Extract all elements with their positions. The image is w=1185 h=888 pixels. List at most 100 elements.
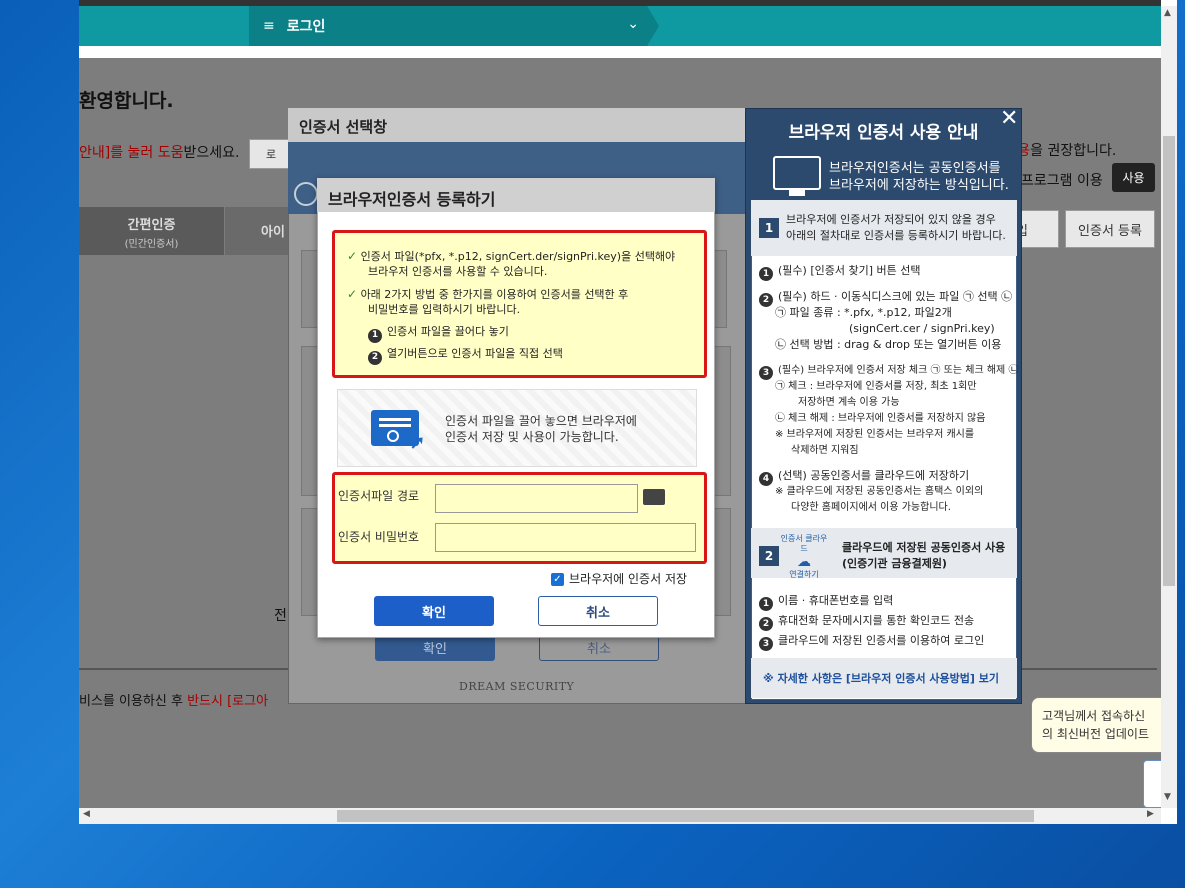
tab-simple-sub: (민간인증서)	[124, 239, 179, 250]
horizontal-scroll-thumb[interactable]	[337, 810, 1034, 822]
cert-window-ok-button[interactable]: 확인	[375, 634, 495, 661]
save-in-browser-label: 브라우저에 인증서 저장	[569, 572, 688, 586]
step2-line-b: (인증기관 금융결제원)	[842, 557, 947, 570]
info-text-2a: 아래 2가지 방법 중 한가지를 이용하여 인증서를 선택한 후	[360, 288, 629, 301]
cert-path-input[interactable]	[435, 484, 638, 513]
cloud-glyph-icon: ☁	[797, 554, 811, 570]
circle-2-icon: 2	[759, 293, 773, 307]
tooltip-line-1: 고객님께서 접속하신	[1042, 709, 1146, 723]
cloud-line-2: 연결하기	[789, 570, 819, 579]
partial-text: 전	[274, 608, 287, 624]
drop-zone-text: 인증서 파일을 끌어 놓으면 브라우저에 인증서 저장 및 사용이 가능합니다.	[445, 413, 637, 445]
guide-c2: 2 휴대전화 문자메시지를 통한 확인코드 전송	[759, 613, 974, 631]
folder-icon[interactable]	[643, 489, 665, 505]
vertical-scroll-thumb[interactable]	[1163, 136, 1175, 586]
scroll-right-icon[interactable]: ▶	[1147, 809, 1154, 819]
cert-window-title: 인증서 선택창	[288, 108, 746, 142]
guide-s4b: 다양한 홈페이지에서 이용 가능합니다.	[791, 502, 951, 513]
guide-s1-text: (필수) [인증서 찾기] 버튼 선택	[778, 264, 921, 277]
guide-detail-link[interactable]: ※ 자세한 사항은 [브라우저 인증서 사용방법] 보기	[751, 658, 1017, 698]
guide-s4a: ※ 클라우드에 저장된 공동인증서는 홈택스 이외의	[775, 486, 984, 497]
cert-password-label: 인증서 비밀번호	[338, 530, 420, 544]
check-icon: ✓	[347, 249, 358, 263]
circle-1-icon: 1	[368, 328, 382, 343]
circle-2-icon: 2	[368, 350, 382, 365]
step2-text: 클라우드에 저장된 공동인증서 사용 (인증기관 금융결제원)	[842, 540, 1005, 572]
save-in-browser-checkbox[interactable]: ✓	[551, 573, 564, 586]
program-text: 프로그램 이용	[1021, 173, 1103, 189]
vendor-logo: DREAM SECURITY	[459, 680, 575, 693]
circle-3-icon: 3	[759, 366, 773, 380]
method-2: 2 열기버튼으로 인증서 파일을 직접 선택	[368, 346, 563, 365]
circle-2-icon: 2	[759, 617, 773, 631]
info-line-2b: 비밀번호를 입력하시기 바랍니다.	[368, 303, 521, 316]
cloud-connect-icon[interactable]: 인증서 클라우드 ☁ 연결하기	[780, 534, 828, 579]
guide-s2a: ㉠ 파일 종류 : *.pfx, *.p12, 파일2개	[775, 306, 952, 319]
cert-password-input[interactable]	[435, 523, 696, 552]
guide-intro-2: 브라우저에 저장하는 방식입니다.	[829, 178, 1009, 193]
drop-line-1: 인증서 파일을 끌어 놓으면 브라우저에	[445, 414, 637, 428]
confirm-button[interactable]: 확인	[374, 596, 494, 626]
step1-number: 1	[759, 218, 779, 238]
guide-s2-text: (필수) 하드 · 이동식디스크에 있는 파일 ㉠ 선택 ㉡	[778, 290, 1013, 303]
step1-line-b: 아래의 절차대로 인증서를 등록하시기 바랍니다.	[786, 229, 1006, 242]
recommend-post: 을 권장합니다.	[1030, 143, 1117, 159]
guide-c2-text: 휴대전화 문자메시지를 통한 확인코드 전송	[778, 614, 975, 627]
guide-c1: 1 이름 · 휴대폰번호를 입력	[759, 593, 893, 611]
tab-simple-auth[interactable]: 간편인증 (민간인증서)	[79, 207, 224, 255]
chevron-down-icon: ⌄	[627, 16, 639, 32]
service-notice: 비스를 이용하신 후 반드시 [로그아	[79, 690, 268, 709]
guide-post: 받으세요.	[183, 145, 240, 161]
guide-pre: 안내]를 눌러	[79, 145, 158, 161]
info-line-2a: ✓ 아래 2가지 방법 중 한가지를 이용하여 인증서를 선택한 후	[347, 287, 628, 302]
monitor-stand	[789, 190, 805, 196]
guide-s3d: ※ 브라우저에 저장된 인증서는 브라우저 캐시를	[775, 429, 975, 440]
tab-id-login[interactable]: 아이	[225, 207, 289, 255]
monitor-icon	[773, 156, 821, 196]
lock-icon	[294, 182, 318, 206]
guide-c3: 3 클라우드에 저장된 인증서를 이용하여 로그인	[759, 633, 984, 651]
cloud-line-1: 인증서 클라우드	[780, 534, 828, 553]
circle-1-icon: 1	[759, 267, 773, 281]
guide-s3e: 삭제하면 지워짐	[791, 445, 859, 456]
floating-widget[interactable]	[1143, 760, 1163, 808]
circle-4-icon: 4	[759, 472, 773, 486]
login-small-button[interactable]: 로	[249, 139, 293, 169]
step1-line-a: 브라우저에 인증서가 저장되어 있지 않을 경우	[786, 213, 996, 226]
guide-s3-text: (필수) 브라우저에 인증서 저장 체크 ㉠ 또는 체크 해제 ㉡	[778, 365, 1019, 376]
step2-line-a: 클라우드에 저장된 공동인증서 사용	[842, 541, 1006, 554]
menu-icon: ≡	[263, 18, 275, 34]
tab-simple-label: 간편인증	[127, 218, 176, 233]
nav-login-menu[interactable]: ≡ 로그인 ⌄	[249, 6, 647, 46]
cancel-button[interactable]: 취소	[538, 596, 658, 626]
nav-login-label: 로그인	[286, 19, 326, 35]
scroll-down-icon[interactable]: ▼	[1164, 792, 1171, 802]
use-button[interactable]: 사용	[1112, 163, 1155, 192]
guide-c3-text: 클라우드에 저장된 인증서를 이용하여 로그인	[778, 634, 985, 647]
circle-3-icon: 3	[759, 637, 773, 651]
scroll-up-icon[interactable]: ▲	[1164, 8, 1171, 18]
drop-line-2: 인증서 저장 및 사용이 가능합니다.	[445, 430, 619, 444]
tab-cert-register[interactable]: 인증서 등록	[1065, 210, 1155, 248]
guide-intro-1: 브라우저인증서는 공동인증서를	[829, 161, 1001, 176]
info-line-1a: ✓ 인증서 파일(*pfx, *.p12, signCert.der/signP…	[347, 249, 675, 264]
guide-s2b: (signCert.cer / signPri.key)	[849, 322, 995, 335]
step2-number: 2	[759, 546, 779, 566]
guide-s3: 3 (필수) 브라우저에 인증서 저장 체크 ㉠ 또는 체크 해제 ㉡	[759, 363, 1018, 380]
service-pre: 비스를 이용하신 후	[79, 694, 188, 709]
cert-window-cancel-button[interactable]: 취소	[539, 634, 659, 661]
cursor-icon: ➚	[409, 430, 426, 454]
tooltip-line-2: 의 최신버전 업데이트	[1042, 727, 1149, 741]
guide-text: 안내]를 눌러 도움받으세요.	[79, 142, 240, 162]
service-red: 반드시 [로그아	[187, 694, 269, 709]
guide-s3c: ㉡ 체크 해제 : 브라우저에 인증서를 저장하지 않음	[775, 413, 986, 424]
guide-red: 도움	[157, 145, 184, 161]
scroll-left-icon[interactable]: ◀	[83, 809, 90, 819]
nav-arrow-icon	[647, 6, 659, 46]
welcome-heading: 환영합니다.	[79, 90, 174, 112]
update-tooltip[interactable]: 고객님께서 접속하신 의 최신버전 업데이트	[1031, 697, 1171, 753]
check-icon: ✓	[347, 287, 358, 301]
guide-s2c: ㉡ 선택 방법 : drag & drop 또는 열기버튼 이용	[775, 338, 1002, 351]
method-1: 1 인증서 파일을 끌어다 놓기	[368, 324, 509, 343]
dialog-title: 브라우저인증서 등록하기	[317, 178, 715, 212]
